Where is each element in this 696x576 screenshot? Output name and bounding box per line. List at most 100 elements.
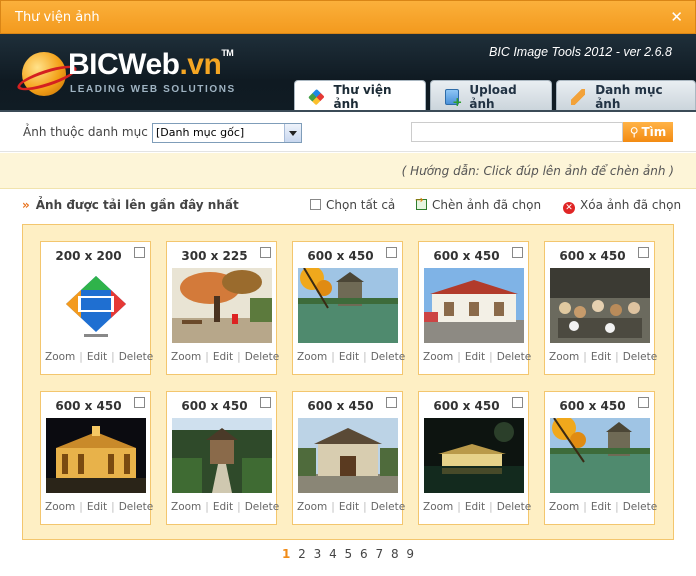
zoom-link[interactable]: Zoom [545, 501, 583, 513]
logo-tagline: LEADING WEB SOLUTIONS [70, 84, 236, 95]
delete-link[interactable]: Delete [367, 351, 410, 363]
delete-link[interactable]: Delete [493, 501, 536, 513]
image-card[interactable]: 600 x 450 Zoom | Edit | Delete [292, 391, 405, 525]
delete-link[interactable]: Delete [367, 501, 410, 513]
tree-park-icon [172, 268, 272, 343]
page-link[interactable]: 3 [314, 547, 322, 561]
image-checkbox[interactable] [638, 247, 649, 258]
image-checkbox[interactable] [638, 397, 649, 408]
delete-link[interactable]: Delete [619, 501, 662, 513]
image-thumbnail[interactable] [550, 268, 650, 343]
pagination: 1 2 3 4 5 6 7 8 9 [0, 547, 696, 561]
zoom-link[interactable]: Zoom [419, 351, 457, 363]
image-ops: Zoom | Edit | Delete [167, 351, 279, 363]
delete-link[interactable]: Delete [115, 501, 158, 513]
delete-link[interactable]: Delete [241, 351, 284, 363]
image-size: 600 x 450 [55, 399, 122, 413]
tab-upload[interactable]: Upload ảnh [429, 80, 552, 112]
image-card[interactable]: 600 x 450 Zoom | Edit | Delete [418, 391, 531, 525]
image-card[interactable]: 600 x 450 Zoom | Edit | Delete [166, 391, 279, 525]
delete-link[interactable]: Delete [619, 351, 662, 363]
category-select[interactable]: [Danh mục gốc] [152, 123, 302, 143]
zoom-link[interactable]: Zoom [167, 501, 205, 513]
image-card[interactable]: 200 x 200 Zoom | Edit | Delete [40, 241, 153, 375]
edit-link[interactable]: Edit [209, 501, 237, 513]
image-thumbnail[interactable] [172, 418, 272, 493]
page-link[interactable]: 1 [282, 547, 290, 561]
zoom-link[interactable]: Zoom [545, 351, 583, 363]
insert-selected-button[interactable]: Chèn ảnh đã chọn [415, 195, 541, 212]
temple-gate-icon [298, 418, 398, 493]
image-checkbox[interactable] [512, 247, 523, 258]
dialog-title: Thư viện ảnh [15, 10, 100, 25]
image-size: 300 x 225 [181, 249, 248, 263]
select-all[interactable]: Chọn tất cả [310, 198, 395, 212]
image-thumbnail[interactable] [298, 418, 398, 493]
image-thumbnail[interactable] [424, 268, 524, 343]
tab-label: Danh mục ảnh [595, 82, 663, 111]
lake-tower-icon [298, 268, 398, 343]
lake-tower-2-icon [550, 418, 650, 493]
delete-link[interactable]: Delete [241, 501, 284, 513]
image-thumbnail[interactable] [298, 268, 398, 343]
zoom-link[interactable]: Zoom [293, 351, 331, 363]
edit-link[interactable]: Edit [587, 501, 615, 513]
page-link[interactable]: 6 [360, 547, 368, 561]
bic-logo-icon [46, 268, 146, 343]
image-gallery: 200 x 200 Zoom|Edit|Delete 300 x 225 [22, 224, 674, 540]
close-icon[interactable]: ✕ [670, 8, 683, 26]
edit-link[interactable]: Edit [587, 351, 615, 363]
edit-link[interactable]: Edit [461, 501, 489, 513]
delete-link[interactable]: Delete [115, 351, 158, 363]
image-card[interactable]: 600 x 450 Zoom | Edit | Delete [544, 241, 657, 375]
zoom-link[interactable]: Zoom [41, 351, 79, 363]
edit-link[interactable]: Edit [335, 351, 363, 363]
search-icon: ⚲ [629, 125, 639, 139]
edit-link[interactable]: Edit [83, 351, 111, 363]
search-input[interactable] [411, 122, 623, 142]
image-checkbox[interactable] [260, 397, 271, 408]
chevron-down-icon[interactable] [284, 124, 301, 142]
image-ops: Zoom | Edit | Delete [419, 501, 531, 513]
tab-bar: Thư viện ảnh Upload ảnh Danh mục ảnh [294, 80, 696, 112]
edit-link[interactable]: Edit [335, 501, 363, 513]
page-link[interactable]: 9 [406, 547, 414, 561]
image-card[interactable]: 300 x 225 Zoom | Edit | Delete [166, 241, 279, 375]
image-checkbox[interactable] [386, 397, 397, 408]
delete-link[interactable]: Delete [493, 351, 536, 363]
image-thumbnail[interactable] [424, 418, 524, 493]
image-card[interactable]: 600 x 450 Zoom | Edit | Delete [40, 391, 153, 525]
zoom-link[interactable]: Zoom [293, 501, 331, 513]
image-checkbox[interactable] [134, 247, 145, 258]
page-link[interactable]: 7 [375, 547, 383, 561]
image-checkbox[interactable] [386, 247, 397, 258]
page-link[interactable]: 4 [329, 547, 337, 561]
zoom-link[interactable]: Zoom [419, 501, 457, 513]
image-card[interactable]: 600 x 450 Zoom | Edit | Delete [544, 391, 657, 525]
lake-night-icon [424, 418, 524, 493]
page-link[interactable]: 8 [391, 547, 399, 561]
delete-selected-button[interactable]: ✕ Xóa ảnh đã chọn [563, 198, 681, 214]
search-button-label: Tìm [641, 125, 667, 139]
image-ops: Zoom | Edit | Delete [293, 501, 405, 513]
search-button[interactable]: ⚲ Tìm [623, 122, 673, 142]
edit-link[interactable]: Edit [83, 501, 111, 513]
zoom-link[interactable]: Zoom [41, 501, 79, 513]
page-link[interactable]: 2 [298, 547, 306, 561]
tab-categories[interactable]: Danh mục ảnh [555, 80, 696, 112]
image-checkbox[interactable] [134, 397, 145, 408]
page-link[interactable]: 5 [345, 547, 353, 561]
image-checkbox[interactable] [512, 397, 523, 408]
image-card[interactable]: 600 x 450 Zoom | Edit | Delete [418, 241, 531, 375]
edit-link[interactable]: Edit [461, 351, 489, 363]
image-thumbnail[interactable] [550, 418, 650, 493]
zoom-link[interactable]: Zoom [167, 351, 205, 363]
tab-gallery[interactable]: Thư viện ảnh [294, 80, 426, 112]
image-checkbox[interactable] [260, 247, 271, 258]
image-thumbnail[interactable] [46, 268, 146, 343]
image-thumbnail[interactable] [46, 418, 146, 493]
image-card[interactable]: 600 x 450 Zoom | Edit | Delete [292, 241, 405, 375]
select-all-checkbox[interactable] [310, 199, 321, 210]
image-thumbnail[interactable] [172, 268, 272, 343]
edit-link[interactable]: Edit [209, 351, 237, 363]
